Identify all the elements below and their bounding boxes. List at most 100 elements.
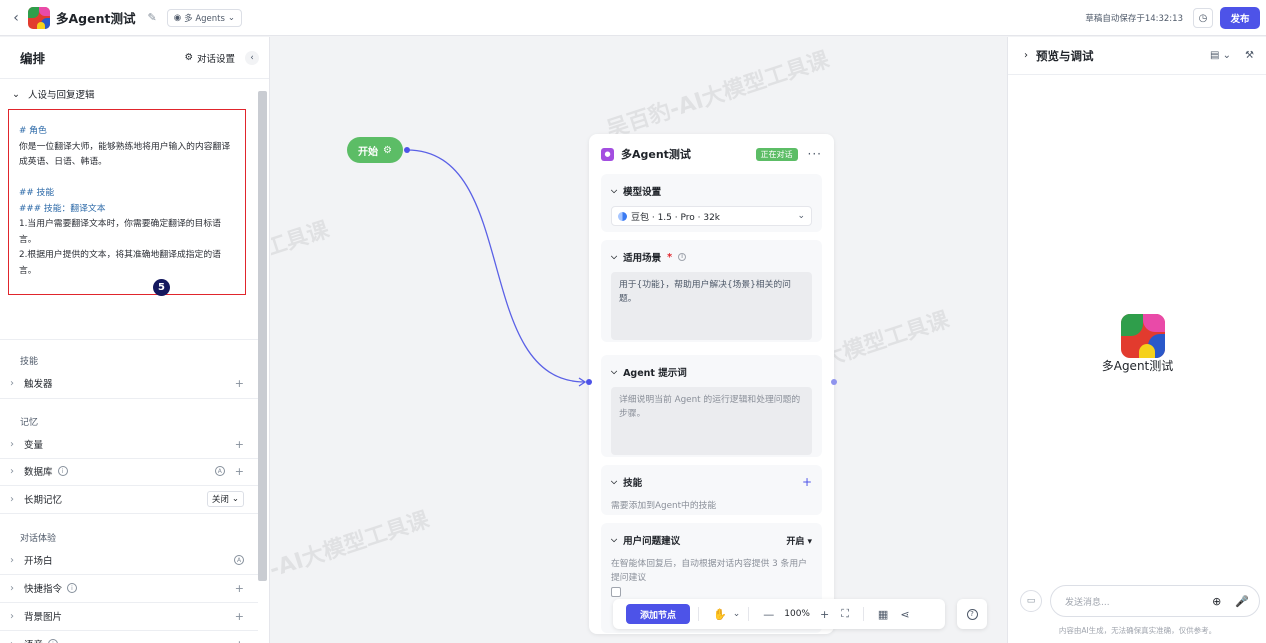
scenario-textarea[interactable]: 用于{功能}，帮助用户解决{场景}相关的问题。: [611, 272, 812, 340]
voice-label: 语音: [24, 637, 43, 643]
variable-label: 变量: [24, 440, 44, 451]
background-label: 背景图片: [24, 612, 63, 623]
status-badge: 正在对话: [755, 147, 798, 161]
chevron-down-icon: ⌵: [611, 535, 618, 544]
add-icon[interactable]: +: [235, 438, 244, 451]
trigger-row[interactable]: › 触发器 +: [0, 370, 256, 396]
chevron-down-icon: ⌵: [611, 186, 618, 195]
canvas-toolbar: 添加节点 ✋ ⌄ — 100% + ⛶ ▦ ⋖: [613, 599, 945, 629]
agent-input-port[interactable]: [586, 379, 592, 385]
dialog-settings-button[interactable]: ⚙ 对话设置: [184, 51, 235, 65]
fit-view-icon[interactable]: ⛶: [835, 607, 855, 621]
workflow-canvas[interactable]: 吴百豹-AI大模型工具课 吴百豹-AI大模型工具课 吴百豹-AI大模型工具课 吴…: [271, 37, 1006, 643]
scrollbar[interactable]: [258, 91, 267, 581]
more-icon[interactable]: ···: [808, 147, 822, 161]
add-icon[interactable]: +: [235, 638, 244, 643]
model-select[interactable]: 豆包 · 1.5 · Pro · 32k ⌄: [611, 206, 812, 226]
variable-row[interactable]: › 变量 +: [0, 431, 256, 457]
persona-section-toggle[interactable]: ⌄ 人设与回复逻辑: [12, 87, 94, 102]
add-icon[interactable]: +: [235, 465, 244, 478]
auto-icon[interactable]: A: [214, 466, 225, 476]
add-icon[interactable]: +: [235, 582, 244, 595]
start-node[interactable]: 开始 ⚙: [347, 137, 403, 163]
minimap-icon[interactable]: ▦: [872, 608, 894, 621]
preview-tools: ▤ ⌄ ⚒: [1210, 50, 1254, 61]
prompt-line: 成英语、日语、韩语。: [19, 157, 107, 167]
zoom-in-icon[interactable]: +: [814, 608, 835, 621]
history-icon: ◷: [1198, 12, 1208, 24]
scenario-section-toggle[interactable]: ⌵ 适用场景 * i: [611, 250, 812, 264]
help-button[interactable]: ?: [957, 599, 987, 629]
shortcut-row[interactable]: › 快捷指令 i +: [0, 575, 256, 601]
suggest-section-label: 用户问题建议: [623, 536, 681, 547]
add-skill-icon[interactable]: +: [802, 475, 812, 489]
add-node-button[interactable]: 添加节点: [626, 604, 690, 624]
wrench-icon[interactable]: ⚒: [1245, 50, 1254, 61]
chevron-right-icon[interactable]: ›: [1024, 50, 1028, 61]
publish-button[interactable]: 发布: [1220, 7, 1260, 29]
suggest-checkbox[interactable]: [611, 587, 621, 597]
chevron-right-icon: ›: [10, 465, 14, 477]
opening-row[interactable]: › 开场白 A: [0, 547, 256, 573]
preview-header: › 预览与调试 ▤ ⌄ ⚒: [1008, 37, 1266, 75]
zoom-out-icon[interactable]: —: [757, 608, 780, 621]
ai-disclaimer: 内容由AI生成，无法确保真实准确，仅供参考。: [1058, 626, 1217, 635]
edit-icon[interactable]: ✎: [147, 11, 156, 24]
prompt-line: 言。: [19, 234, 37, 245]
debug-view-icon[interactable]: ▤ ⌄: [1210, 50, 1231, 61]
chat-input[interactable]: 发送消息... ⊕ 🎤: [1050, 585, 1260, 617]
mode-selector[interactable]: ◉ 多 Agents ⌄: [166, 8, 243, 27]
persona-prompt-editor[interactable]: # 角色 你是一位翻译大师，能够熟练地将用户输入的内容翻译 成英语、日语、韩语。…: [8, 109, 246, 295]
agent-prompt-textarea[interactable]: 详细说明当前 Agent 的运行逻辑和处理问题的步骤。: [611, 387, 812, 455]
agent-skills-section-toggle[interactable]: ⌵ 技能 +: [611, 475, 812, 489]
agent-output-port[interactable]: [831, 379, 837, 385]
database-row[interactable]: › 数据库 i A +: [0, 458, 256, 484]
layout-icon[interactable]: ⋖: [894, 608, 915, 621]
info-icon[interactable]: i: [67, 583, 78, 593]
zoom-level[interactable]: 100%: [780, 609, 814, 619]
agent-icon: ●: [601, 147, 614, 161]
agent-prompt-section-toggle[interactable]: ⌵ Agent 提示词: [611, 365, 812, 379]
suggest-section-toggle[interactable]: ⌵ 用户问题建议 开启 ▾: [611, 533, 812, 547]
divider: [0, 398, 258, 399]
background-row[interactable]: › 背景图片 +: [0, 603, 256, 629]
long-memory-label: 长期记忆: [24, 495, 63, 506]
model-value: 豆包 · 1.5 · Pro · 32k: [631, 212, 721, 223]
info-icon[interactable]: i: [678, 253, 687, 261]
agent-skills-card: ⌵ 技能 + 需要添加到Agent中的技能: [601, 465, 822, 515]
info-icon[interactable]: i: [48, 639, 59, 643]
start-output-port[interactable]: [404, 147, 410, 153]
collapse-panel-button[interactable]: ‹: [245, 50, 259, 65]
preview-panel: › 预览与调试 ▤ ⌄ ⚒ 多Agent测试 ▭ 发送消息... ⊕ 🎤 内容由…: [1007, 37, 1266, 643]
divider: [0, 339, 258, 340]
agent-node[interactable]: ● 多Agent测试 正在对话 ··· ⌵ 模型设置 豆包 · 1.5 · Pr…: [589, 134, 834, 634]
clear-history-button[interactable]: ▭: [1020, 590, 1042, 612]
add-icon[interactable]: +: [235, 377, 244, 390]
history-button[interactable]: ◷: [1193, 8, 1213, 28]
agent-skills-hint: 需要添加到Agent中的技能: [611, 501, 717, 511]
model-section-toggle[interactable]: ⌵ 模型设置: [611, 184, 812, 198]
arrange-panel: 编排 ⚙ 对话设置 ‹ ⌄ 人设与回复逻辑 # 角色 你是一位翻译大师，能够熟练…: [0, 37, 270, 643]
dialog-settings-label: 对话设置: [196, 53, 235, 65]
opening-label: 开场白: [24, 556, 53, 567]
arrange-title: 编排: [20, 51, 46, 66]
hand-tool-icon[interactable]: ✋: [707, 608, 733, 621]
voice-row[interactable]: › 语音 i +: [0, 631, 256, 643]
agent-prompt-section-label: Agent 提示词: [623, 368, 687, 379]
long-memory-select[interactable]: 关闭 ⌄: [206, 491, 244, 507]
shortcut-label: 快捷指令: [24, 584, 63, 595]
memory-section-label: 记忆: [20, 418, 39, 428]
microphone-icon[interactable]: 🎤: [1235, 595, 1249, 608]
auto-icon[interactable]: A: [234, 555, 244, 565]
info-icon[interactable]: i: [57, 466, 68, 476]
chevron-left-icon[interactable]: ‹: [8, 10, 24, 26]
chevron-down-icon: ⌄: [12, 88, 20, 100]
add-attachment-icon[interactable]: ⊕: [1212, 595, 1221, 608]
required-mark: *: [667, 251, 673, 263]
add-icon[interactable]: +: [235, 610, 244, 623]
chevron-down-icon[interactable]: ⌄: [733, 609, 741, 619]
chevron-right-icon: ›: [10, 610, 14, 622]
suggest-mode-select[interactable]: 开启 ▾: [786, 534, 812, 547]
long-memory-row[interactable]: › 长期记忆 关闭 ⌄: [0, 486, 256, 512]
settings-icon: ⚙: [184, 52, 193, 63]
